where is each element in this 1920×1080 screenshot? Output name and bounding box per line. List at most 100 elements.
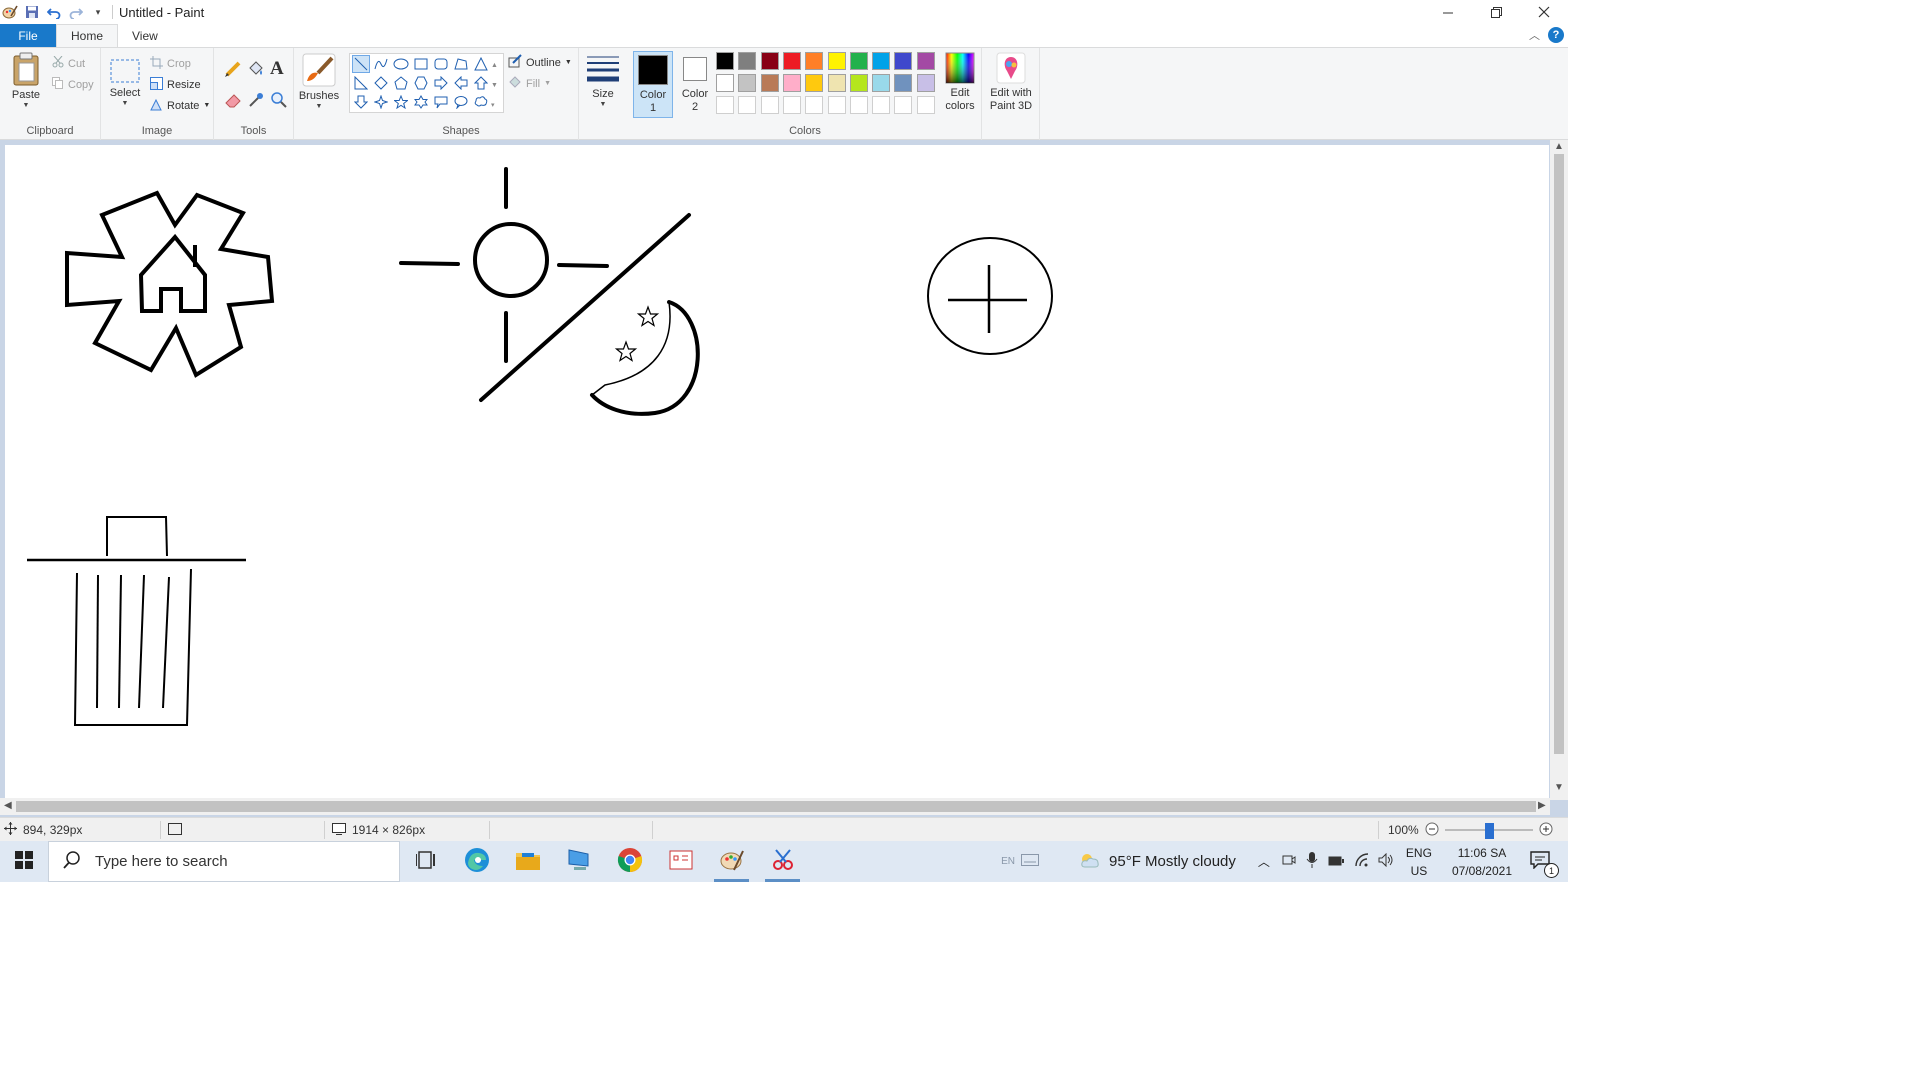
color-picker-icon[interactable] [247,91,265,112]
line-shape-icon[interactable] [352,55,370,73]
select-button[interactable]: Select ▼ [107,56,143,118]
vertical-scroll-thumb[interactable] [1554,154,1564,754]
tab-file[interactable]: File [0,24,56,47]
palette-swatch[interactable] [782,52,801,70]
palette-swatch[interactable] [894,74,913,92]
palette-swatch[interactable] [760,96,779,114]
copy-button[interactable]: Copy [52,74,94,95]
horizontal-scrollbar[interactable]: ◀ ▶ [0,798,1550,815]
edit-colors-button[interactable]: Edit colors [939,52,981,118]
diamond-shape-icon[interactable] [372,74,390,92]
taskbar-search[interactable]: Type here to search [48,841,400,882]
palette-swatch[interactable] [738,52,757,70]
customize-qat-icon[interactable]: ▾ [90,4,106,20]
language-indicator[interactable]: ENG US [1406,844,1432,880]
palette-swatch[interactable] [782,74,801,92]
palette-swatch[interactable] [916,74,935,92]
task-view-button[interactable] [400,841,451,882]
zoom-out-icon[interactable] [1425,822,1439,839]
volume-icon[interactable] [1378,852,1394,870]
triangle-shape-icon[interactable] [472,55,490,73]
palette-swatch[interactable] [827,74,846,92]
palette-swatch[interactable] [716,74,734,92]
notification-center-button[interactable]: 1 [1530,851,1559,878]
edit-with-paint3d-button[interactable]: Edit with Paint 3D [986,52,1036,118]
vertical-scrollbar[interactable]: ▲ ▼ [1550,140,1568,800]
palette-swatch[interactable] [916,96,935,114]
scroll-right-icon[interactable]: ▶ [1538,800,1546,811]
cut-button[interactable]: Cut [52,53,85,74]
scroll-down-icon[interactable]: ▼ [1554,782,1564,793]
paint-app-icon[interactable] [2,4,18,20]
oval-callout-shape-icon[interactable] [452,93,470,111]
paste-button[interactable]: Paste ▼ [6,52,46,118]
restore-button[interactable] [1472,0,1520,24]
ime-indicator[interactable]: EN [1001,856,1015,867]
horizontal-scroll-thumb[interactable] [16,801,1536,812]
weather-text[interactable]: 95°F Mostly cloudy [1109,853,1236,870]
zoom-slider[interactable] [1444,823,1533,839]
resize-button[interactable]: Resize [150,74,201,95]
curve-shape-icon[interactable] [372,55,390,73]
tab-view[interactable]: View [118,24,172,47]
rect-callout-shape-icon[interactable] [432,93,450,111]
keyboard-icon[interactable] [1021,854,1040,869]
close-button[interactable] [1520,0,1568,24]
minimize-button[interactable] [1424,0,1472,24]
crop-button[interactable]: Crop [150,53,191,74]
five-point-star-shape-icon[interactable] [392,93,410,111]
palette-swatch[interactable] [916,52,935,70]
palette-swatch[interactable] [827,96,846,114]
computer-taskbar-button[interactable] [553,841,604,882]
size-button[interactable]: Size ▼ [583,53,623,119]
chrome-taskbar-button[interactable] [604,841,655,882]
right-triangle-shape-icon[interactable] [352,74,370,92]
palette-swatch[interactable] [872,52,891,70]
palette-swatch[interactable] [738,96,757,114]
scroll-left-icon[interactable]: ◀ [4,800,12,811]
fill-button[interactable]: Fill ▼ [508,73,551,94]
drawing-canvas[interactable] [5,145,1549,798]
meet-now-icon[interactable] [1282,853,1296,870]
cloud-callout-shape-icon[interactable] [472,93,490,111]
eraser-icon[interactable] [224,91,242,112]
undo-icon[interactable] [46,4,62,20]
zoom-in-icon[interactable] [1539,822,1553,839]
pentagon-shape-icon[interactable] [392,74,410,92]
weather-cloud-icon[interactable] [1079,852,1101,871]
paste-dropdown-icon[interactable]: ▼ [23,102,30,109]
redo-icon[interactable] [68,4,84,20]
right-arrow-shape-icon[interactable] [432,74,450,92]
six-point-star-shape-icon[interactable] [412,93,430,111]
text-tool-icon[interactable]: A [270,58,284,80]
show-hidden-icons-icon[interactable]: ︿ [1258,853,1270,870]
collapse-ribbon-icon[interactable]: ︿ [1529,27,1540,43]
help-icon[interactable]: ? [1548,27,1564,43]
shapes-scroll[interactable]: ▲ ▼ ▾ [491,56,498,116]
file-explorer-taskbar-button[interactable] [502,841,553,882]
rotate-button[interactable]: Rotate ▼ [150,95,210,116]
fill-bucket-icon[interactable] [247,60,265,81]
rotate-dropdown-icon[interactable]: ▼ [203,102,210,109]
microphone-icon[interactable] [1306,852,1318,871]
wifi-icon[interactable] [1354,853,1370,870]
magnifier-icon[interactable] [270,91,288,112]
polygon-shape-icon[interactable] [452,55,470,73]
palette-swatch[interactable] [760,74,779,92]
palette-swatch[interactable] [805,74,824,92]
paint-taskbar-button[interactable] [706,841,757,882]
zoom-slider-thumb[interactable] [1484,823,1494,839]
rectangle-shape-icon[interactable] [412,55,430,73]
select-dropdown-icon[interactable]: ▼ [122,100,129,107]
outline-button[interactable]: Outline ▼ [508,52,572,73]
oval-shape-icon[interactable] [392,55,410,73]
palette-swatch[interactable] [716,96,734,114]
pencil-icon[interactable] [224,60,242,81]
clock[interactable]: 11:06 SA 07/08/2021 [1452,844,1512,880]
save-icon[interactable] [24,4,40,20]
palette-swatch[interactable] [849,52,868,70]
color1-button[interactable]: Color 1 [633,51,673,118]
palette-swatch[interactable] [805,52,824,70]
color2-button[interactable]: Color 2 [675,51,715,118]
palette-swatch[interactable] [782,96,801,114]
